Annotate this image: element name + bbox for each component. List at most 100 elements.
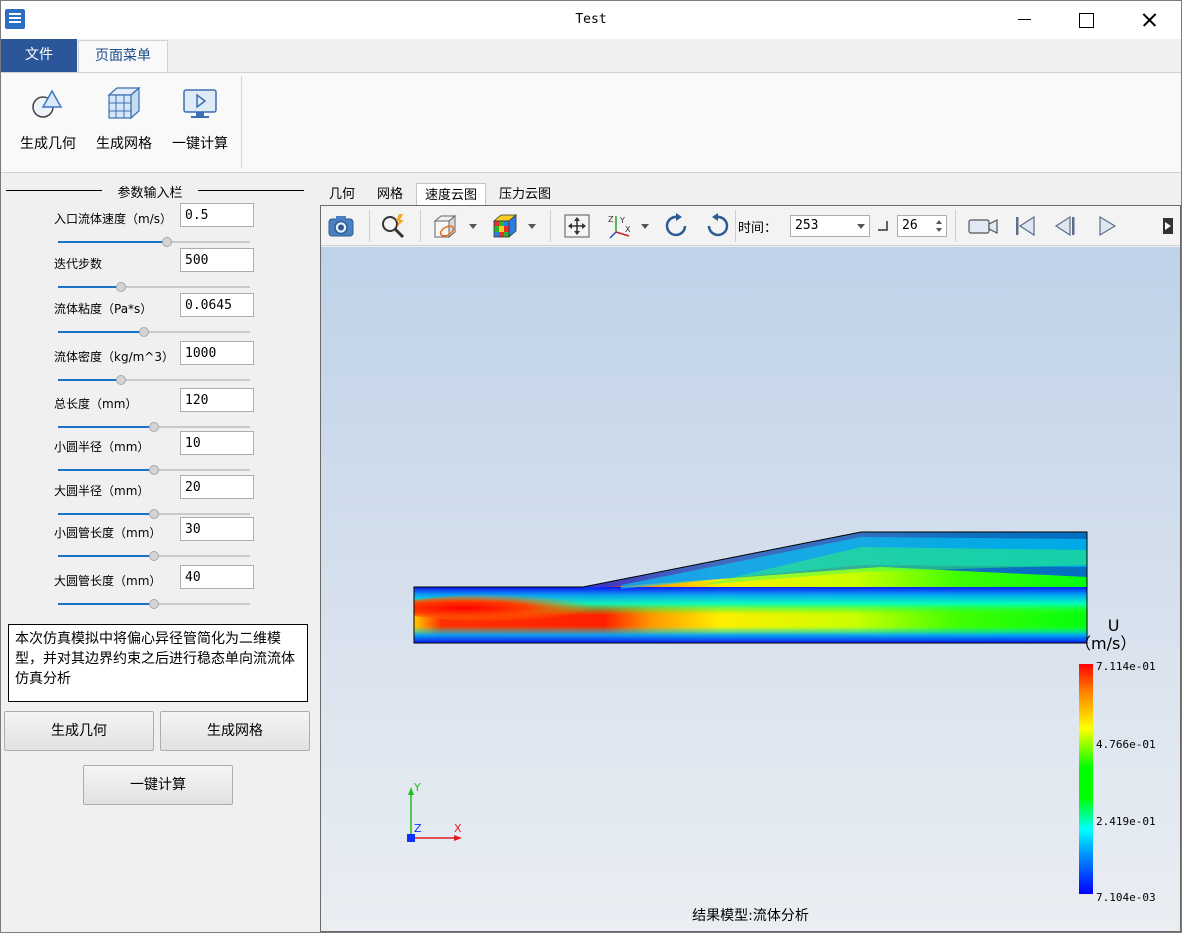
fit-view-icon[interactable]	[563, 212, 591, 240]
tab-geometry[interactable]: 几何	[320, 183, 364, 206]
video-record-icon[interactable]	[967, 212, 999, 240]
legend-variable: U	[1107, 616, 1120, 635]
previous-frame-icon[interactable]	[1051, 212, 1079, 240]
ribbon-generate-geometry-button[interactable]: 生成几何	[13, 81, 83, 166]
slider-handle[interactable]	[149, 551, 159, 561]
svg-text:Y: Y	[619, 216, 625, 225]
param-row: 大圆管长度（mm）	[2, 565, 314, 609]
maximize-button[interactable]	[1057, 1, 1115, 39]
time-select-value: 253	[795, 218, 819, 233]
toolbar-separator	[420, 210, 421, 242]
svg-text:Z: Z	[608, 215, 614, 224]
parameter-panel: 参数输入栏 入口流体速度（m/s） 迭代步数流体粘度（Pa*s） 流体密度（kg/m…	[2, 176, 314, 932]
slider-handle[interactable]	[162, 237, 173, 247]
param-slider[interactable]	[58, 599, 250, 609]
camera-icon[interactable]	[327, 212, 355, 240]
ribbon-one-click-compute-button[interactable]: 一键计算	[165, 81, 235, 166]
color-cube-icon[interactable]	[491, 212, 519, 240]
frame-value: 26	[902, 218, 918, 233]
geometry-icon	[32, 89, 63, 118]
generate-mesh-button[interactable]: 生成网格	[160, 711, 310, 751]
one-click-compute-button[interactable]: 一键计算	[83, 765, 233, 805]
group-line-left	[6, 190, 102, 191]
slider-handle[interactable]	[149, 465, 159, 475]
ribbon-generate-mesh-button[interactable]: 生成网格	[89, 81, 159, 166]
slider-fill	[58, 331, 145, 333]
param-input[interactable]	[180, 431, 254, 455]
legend-mid-high-label: 4.766e-01	[1096, 738, 1156, 751]
ribbon-tabs: 文件 页面菜单	[1, 39, 1181, 73]
tab-mesh[interactable]: 网格	[368, 183, 412, 206]
param-slider[interactable]	[58, 327, 250, 337]
param-slider[interactable]	[58, 375, 250, 385]
param-input[interactable]	[180, 293, 254, 317]
legend-unit: （m/s）	[1075, 634, 1137, 653]
ribbon-separator	[241, 76, 242, 168]
viewer-toolbar: Y X Z 时间： 253 26	[321, 206, 1180, 246]
frame-spinbox[interactable]: 26	[897, 215, 947, 237]
time-label: 时间：	[738, 221, 778, 236]
rotate-ccw-icon[interactable]	[703, 212, 731, 240]
slider-handle[interactable]	[116, 282, 127, 292]
param-input[interactable]	[180, 517, 254, 541]
axes-triad	[407, 787, 462, 842]
tab-page-menu[interactable]: 页面菜单	[78, 40, 168, 73]
param-label: 小圆半径（mm）	[54, 440, 150, 454]
tab-pressure-contour[interactable]: 压力云图	[490, 183, 560, 206]
axis-y-label: Y	[414, 781, 421, 794]
time-select[interactable]: 253	[790, 215, 870, 237]
param-input[interactable]	[180, 341, 254, 365]
slider-handle[interactable]	[116, 375, 127, 385]
toolbar-separator	[735, 210, 736, 242]
param-label: 迭代步数	[54, 257, 103, 271]
parameter-group-title: 参数输入栏	[117, 186, 183, 201]
toolbar-separator	[550, 210, 551, 242]
color-dropdown-icon[interactable]	[528, 224, 536, 229]
param-row: 迭代步数	[2, 248, 314, 292]
param-input[interactable]	[180, 248, 254, 272]
legend-min-label: 7.104e-03	[1096, 891, 1156, 904]
clip-dropdown-icon[interactable]	[469, 224, 477, 229]
rotate-cw-icon[interactable]	[663, 212, 691, 240]
ribbon-compute-label: 一键计算	[172, 136, 228, 152]
param-input[interactable]	[180, 475, 254, 499]
simulation-description: 本次仿真模拟中将偏心异径管简化为二维模型，并对其边界约束之后进行稳态单向流流体仿…	[8, 624, 308, 702]
param-input[interactable]	[180, 203, 254, 227]
toolbar-overflow-icon[interactable]	[1161, 212, 1175, 240]
toolbar-separator	[955, 210, 956, 242]
zoom-pick-icon[interactable]	[379, 212, 407, 240]
slider-handle[interactable]	[139, 327, 150, 337]
result-viewer: Y X Z 时间： 253 26 Y X Z U （m/s） 7.114e-01…	[320, 205, 1181, 932]
param-input[interactable]	[180, 388, 254, 412]
legend-mid-low-label: 2.419e-01	[1096, 815, 1156, 828]
legend-title: U （m/s）	[1075, 616, 1136, 653]
viewer-area: 几何 网格 速度云图 压力云图 Y X Z 时间： 253 26 Y X Z U…	[320, 176, 1181, 932]
tab-velocity-contour[interactable]: 速度云图	[416, 183, 486, 206]
first-frame-icon[interactable]	[1011, 212, 1039, 240]
legend-max-label: 7.114e-01	[1096, 660, 1156, 673]
axis-x-label: X	[454, 822, 462, 835]
param-label: 总长度（mm）	[54, 397, 138, 411]
param-slider[interactable]	[58, 282, 250, 292]
axes-orientation-icon[interactable]: Y X Z	[607, 212, 635, 240]
minimize-button[interactable]	[996, 1, 1054, 39]
slider-fill	[58, 286, 122, 288]
slider-fill	[58, 426, 154, 428]
play-icon[interactable]	[1093, 212, 1121, 240]
param-input[interactable]	[180, 565, 254, 589]
param-slider[interactable]	[58, 237, 250, 247]
title-bar: Test	[1, 1, 1181, 39]
axes-dropdown-icon[interactable]	[641, 224, 649, 229]
param-slider[interactable]	[58, 465, 250, 475]
spin-arrows-icon[interactable]	[935, 219, 943, 233]
result-model-label: 结果模型:流体分析	[692, 908, 809, 924]
generate-geometry-button[interactable]: 生成几何	[4, 711, 154, 751]
color-legend-bar	[1079, 664, 1093, 894]
velocity-contour-canvas[interactable]: Y X Z U （m/s） 7.114e-01 4.766e-01 2.419e…	[321, 247, 1180, 931]
close-button[interactable]	[1120, 1, 1178, 39]
param-row: 流体粘度（Pa*s）	[2, 293, 314, 337]
tab-file[interactable]: 文件	[1, 39, 77, 72]
slider-handle[interactable]	[149, 599, 159, 609]
param-slider[interactable]	[58, 551, 250, 561]
clip-plane-icon[interactable]	[431, 212, 459, 240]
